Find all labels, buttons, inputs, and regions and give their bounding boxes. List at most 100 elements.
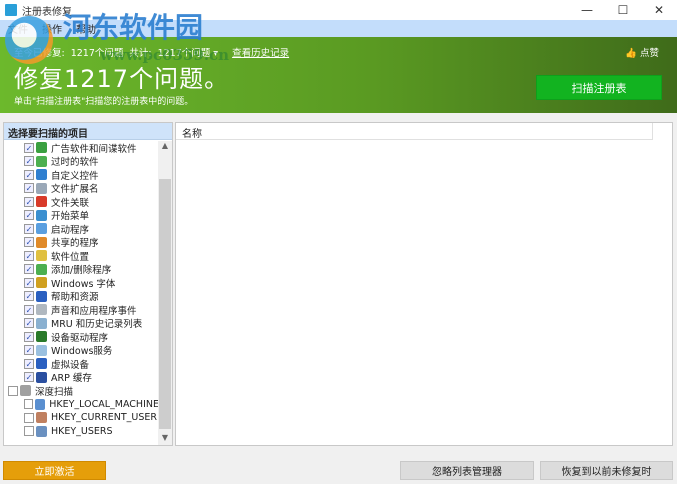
scan-registry-button[interactable]: 扫描注册表 (536, 75, 662, 100)
checkbox[interactable]: ✓ (24, 237, 34, 248)
checkbox[interactable]: ✓ (24, 331, 34, 342)
checkbox[interactable]: ✓ (24, 223, 34, 234)
checkbox[interactable]: ✓ (24, 412, 34, 423)
checkbox[interactable]: ✓ (24, 345, 34, 356)
scan-item[interactable]: ✓ 文件关联 (4, 195, 159, 209)
history-link[interactable]: 查看历史记录 (232, 45, 289, 59)
scroll-thumb[interactable] (159, 179, 171, 429)
column-header-name[interactable]: 名称 (176, 123, 653, 140)
checkbox[interactable]: ✓ (24, 196, 34, 207)
fixed-count: 1217个问题 (70, 48, 124, 59)
checkbox[interactable]: ✓ (24, 318, 34, 329)
scroll-down-icon[interactable]: ▼ (158, 433, 172, 445)
item-label: 虚拟设备 (51, 359, 90, 371)
menu-action[interactable]: 操作 (42, 21, 62, 36)
scan-item[interactable]: ✓ 过时的软件 (4, 155, 159, 169)
fixed-label: 至今已修复: (14, 48, 65, 59)
scan-item[interactable]: ✓ 设备驱动程序 (4, 330, 159, 344)
scroll-up-icon[interactable]: ▲ (158, 141, 172, 153)
item-icon (36, 344, 47, 356)
menu-file[interactable]: 文件 (8, 21, 28, 36)
ignore-list-manager-button[interactable]: 忽略列表管理器 (400, 461, 534, 480)
scan-item-list: ✓ 广告软件和间谍软件 ✓ 过时的软件 ✓ 自定义控件 ✓ 文件扩展名 ✓ 文件关联 ✓ 开始菜单 ✓ 启… (4, 141, 159, 438)
scan-item[interactable]: ✓ 广告软件和间谍软件 (4, 141, 159, 155)
item-icon (36, 277, 47, 289)
checkbox[interactable]: ✓ (8, 385, 18, 396)
scan-item[interactable]: ✓ 声音和应用程序事件 (4, 303, 159, 317)
checkbox[interactable]: ✓ (24, 277, 34, 288)
activate-button[interactable]: 立即激活 (3, 461, 106, 480)
scan-item[interactable]: ✓ 深度扫描 (4, 384, 159, 398)
checkbox[interactable]: ✓ (24, 426, 34, 437)
scan-item[interactable]: ✓ Windows服务 (4, 344, 159, 358)
item-icon (36, 371, 47, 383)
checkbox[interactable]: ✓ (24, 156, 34, 167)
item-icon (36, 236, 47, 248)
item-label: HKEY_LOCAL_MACHINE (49, 398, 159, 410)
item-icon (36, 142, 47, 154)
like-label: 点赞 (639, 48, 659, 59)
scan-item[interactable]: ✓ 软件位置 (4, 249, 159, 263)
scan-item[interactable]: ✓ 虚拟设备 (4, 357, 159, 371)
scan-item[interactable]: ✓ 启动程序 (4, 222, 159, 236)
close-button[interactable]: ✕ (641, 0, 677, 20)
item-icon (36, 304, 47, 316)
item-icon (36, 196, 47, 208)
item-icon (36, 182, 47, 194)
scan-item[interactable]: ✓ MRU 和历史记录列表 (4, 317, 159, 331)
checkbox[interactable]: ✓ (24, 304, 34, 315)
item-icon (36, 209, 47, 221)
scan-item[interactable]: ✓ 开始菜单 (4, 209, 159, 223)
total-count-dropdown[interactable]: 1217个问题 ▾ (158, 45, 218, 59)
scan-item[interactable]: ✓ 文件扩展名 (4, 182, 159, 196)
scan-item[interactable]: ✓ HKEY_USERS (4, 425, 159, 439)
item-label: MRU 和历史记录列表 (51, 319, 143, 331)
scan-item[interactable]: ✓ HKEY_CURRENT_USER (4, 411, 159, 425)
maximize-button[interactable]: ☐ (605, 0, 641, 20)
panel-title: 选择要扫描的项目 (4, 123, 172, 140)
scan-item[interactable]: ✓ 添加/删除程序 (4, 263, 159, 276)
scan-item[interactable]: ✓ 共享的程序 (4, 236, 159, 250)
item-label: 开始菜单 (51, 211, 90, 223)
scan-item[interactable]: ✓ 帮助和资源 (4, 290, 159, 303)
item-label: 过时的软件 (51, 157, 99, 169)
item-label: Windows 字体 (51, 278, 116, 290)
item-label: 文件扩展名 (51, 184, 99, 196)
total-label: 共计: (129, 48, 152, 59)
checkbox[interactable]: ✓ (24, 210, 34, 221)
checkbox[interactable]: ✓ (24, 291, 34, 302)
stats-line: 至今已修复: 1217个问题 共计: 1217个问题 ▾ 查看历史记录 (14, 45, 289, 59)
scan-item[interactable]: ✓ ARP 缓存 (4, 371, 159, 384)
restore-button[interactable]: 恢复到以前未修复时 (540, 461, 673, 480)
results-panel: 名称 (175, 122, 673, 446)
checkbox[interactable]: ✓ (24, 399, 34, 410)
item-label: Windows服务 (51, 346, 113, 358)
item-label: HKEY_CURRENT_USER (51, 412, 157, 424)
checkbox[interactable]: ✓ (24, 264, 34, 275)
title-bar: 注册表修复 — ☐ ✕ (0, 0, 677, 20)
status-header: 至今已修复: 1217个问题 共计: 1217个问题 ▾ 查看历史记录 👍 点赞… (0, 37, 677, 113)
item-label: 自定义控件 (51, 170, 99, 182)
menu-help[interactable]: 帮助 (76, 21, 96, 36)
scrollbar[interactable]: ▲ ▼ (158, 141, 172, 445)
checkbox[interactable]: ✓ (24, 358, 34, 369)
checkbox[interactable]: ✓ (24, 183, 34, 194)
item-label: 文件关联 (51, 197, 90, 209)
item-icon (35, 398, 46, 410)
checkbox[interactable]: ✓ (24, 372, 34, 383)
item-label: 深度扫描 (35, 386, 74, 398)
item-icon (36, 169, 47, 181)
scan-item[interactable]: ✓ HKEY_LOCAL_MACHINE (4, 398, 159, 412)
scan-item[interactable]: ✓ Windows 字体 (4, 276, 159, 290)
item-icon (36, 425, 47, 437)
like-button[interactable]: 👍 点赞 (625, 45, 659, 59)
item-icon (36, 290, 47, 302)
item-label: 共享的程序 (51, 238, 99, 250)
checkbox[interactable]: ✓ (24, 142, 34, 153)
item-label: HKEY_USERS (51, 425, 113, 437)
checkbox[interactable]: ✓ (24, 169, 34, 180)
checkbox[interactable]: ✓ (24, 250, 34, 261)
item-icon (36, 358, 47, 370)
minimize-button[interactable]: — (569, 0, 605, 20)
scan-item[interactable]: ✓ 自定义控件 (4, 168, 159, 182)
